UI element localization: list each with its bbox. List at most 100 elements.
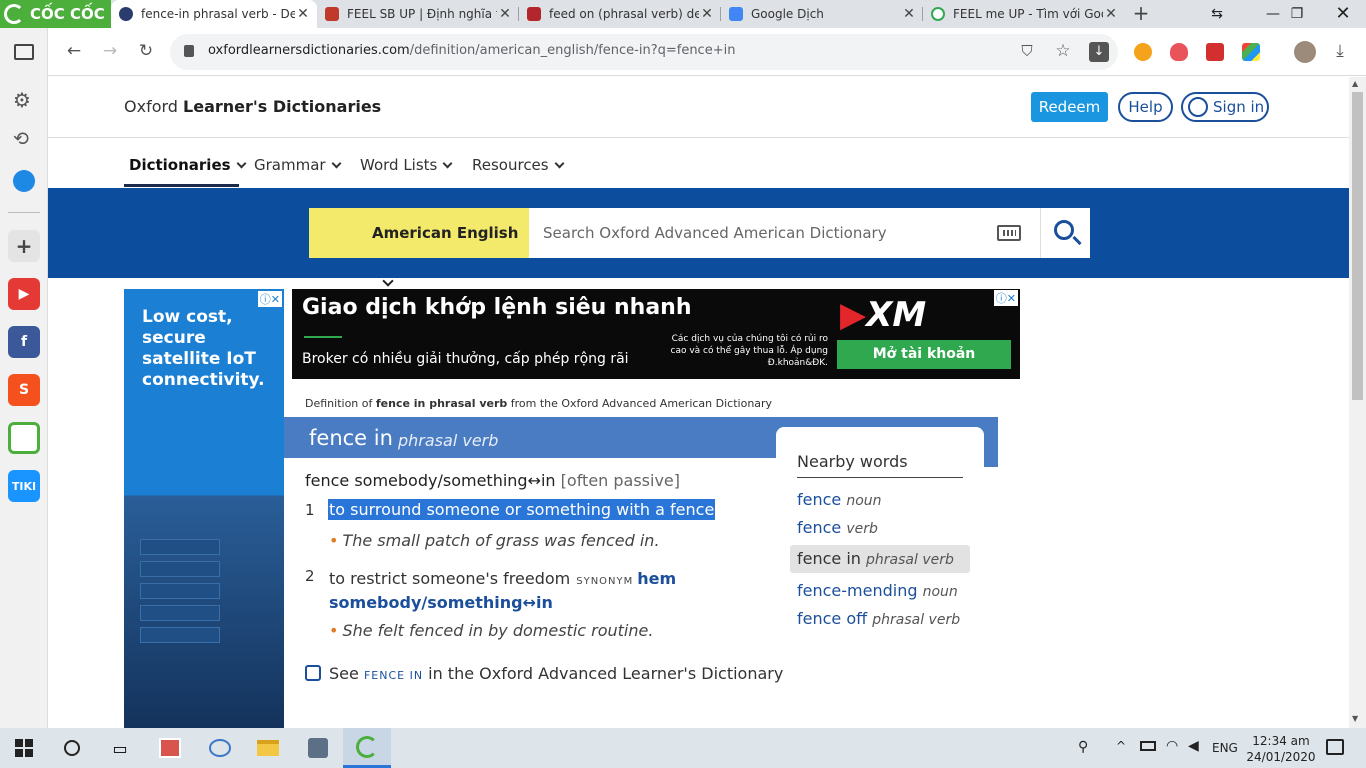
scroll-down-icon[interactable]: ▼ [1352,714,1358,723]
profile-avatar[interactable] [1294,41,1316,63]
language-indicator[interactable]: ENG [1212,741,1238,755]
search-input[interactable] [529,208,1040,258]
sidebar-toggle-icon[interactable] [14,44,34,60]
coccoc-logo-icon [4,4,24,24]
volume-icon[interactable]: ◀ [1188,738,1199,754]
close-icon[interactable]: ✕ [1103,6,1119,22]
nav-dictionaries[interactable]: Dictionaries [129,156,246,174]
download-page-icon[interactable]: ↓ [1089,42,1109,62]
tab-title: fence-in phrasal verb - Defi [141,7,295,21]
scrollbar-thumb[interactable] [1352,92,1363,400]
close-icon[interactable]: ✕ [901,6,917,22]
nearby-item-current[interactable]: fence in phrasal verb [790,545,970,573]
action-center-icon[interactable] [1326,739,1344,755]
windows-logo [15,739,33,757]
restore-button[interactable]: ❐ [1274,0,1320,28]
extension-coccoc-icon[interactable] [1134,43,1152,61]
search-button[interactable] [1040,208,1090,258]
wifi-icon[interactable]: ◠ [1166,738,1178,754]
app-glyph [356,735,378,758]
shield-icon[interactable]: ⛉ [1014,38,1040,64]
app-glyph [209,739,231,757]
nav-resources[interactable]: Resources [472,156,565,174]
phrase-pattern: fence somebody/something↔in [often passi… [305,471,680,490]
tab-feel-me-up[interactable]: FEEL me UP - Tìm với Goog ✕ [923,0,1125,28]
site-title[interactable]: Oxford Learner's Dictionaries [124,97,381,116]
nearby-item[interactable]: fence off phrasal verb [797,609,960,628]
extension-red-icon[interactable] [1206,43,1224,61]
nearby-word: fence in [797,549,861,568]
tab-fence-in[interactable]: fence-in phrasal verb - Defi ✕ [111,0,317,28]
tray-expand-icon[interactable]: ^ [1116,739,1126,753]
sign-in-button[interactable]: Sign in [1181,92,1269,122]
nearby-item[interactable]: fence verb [797,518,878,537]
extension-adblock-icon[interactable] [1170,43,1188,61]
left-ad-banner[interactable]: ⓘ✕ Low cost, secure satellite IoT connec… [124,289,284,728]
youtube-icon[interactable]: ▶ [8,278,40,310]
windows-start-icon[interactable] [0,728,48,768]
clock[interactable]: 12:34 am 24/01/2020 [1245,733,1317,765]
tab-google-dich[interactable]: Google Dịch ✕ [721,0,923,28]
back-icon[interactable]: ← [61,38,87,64]
tiki-icon[interactable]: TIKI [8,470,40,502]
see-also-link[interactable]: See FENCE IN in the Oxford Advanced Lear… [305,663,783,683]
nearby-title: Nearby words [797,452,908,471]
keyboard-icon[interactable] [997,225,1021,241]
battery-icon[interactable] [1140,741,1156,751]
extension-colorful-icon[interactable] [1242,43,1260,61]
synonym-link[interactable]: somebody/something↔in [329,593,553,612]
nav-grammar[interactable]: Grammar [254,156,342,174]
coccoc-game-icon[interactable] [8,422,40,454]
chevron-down-icon [442,158,453,169]
ad-choices-icon[interactable]: ⓘ✕ [993,290,1018,306]
redeem-button[interactable]: Redeem [1031,92,1108,122]
nav-word-lists[interactable]: Word Lists [360,156,453,174]
nearby-item[interactable]: fence noun [797,490,882,509]
settings-app-icon[interactable] [294,728,342,768]
synonym-link[interactable]: hem [637,569,676,588]
tab-feel-sb-up[interactable]: FEEL SB UP | Định nghĩa tro ✕ [317,0,519,28]
close-icon[interactable]: ✕ [295,6,311,22]
example-bullet: • [329,621,339,640]
tab-search-icon[interactable]: ⇆ [1194,0,1240,28]
people-icon[interactable]: ⚲ [1078,739,1088,755]
browser-logo[interactable]: CỐC CỐC [0,0,111,28]
file-explorer-icon[interactable] [244,728,292,768]
bookmark-star-icon[interactable]: ☆ [1050,38,1076,64]
web-page: Oxford Learner's Dictionaries Redeem Hel… [48,77,1349,728]
ad-cta-button[interactable]: Mở tài khoản [837,340,1011,369]
scroll-up-icon[interactable]: ▲ [1352,79,1358,88]
task-view-icon[interactable]: ▭ [96,728,144,768]
help-button[interactable]: Help [1118,92,1173,122]
add-shortcut-icon[interactable]: + [8,230,40,262]
facebook-icon[interactable]: f [8,326,40,358]
downloads-icon[interactable]: ⤓ [1327,38,1353,64]
sense-1-definition: to surround someone or something with a … [328,499,716,520]
messenger-icon[interactable] [13,170,35,192]
top-ad-banner[interactable]: ⓘ✕ Giao dịch khớp lệnh siêu nhanh Broker… [292,289,1020,379]
tab-feed-on[interactable]: feed on (phrasal verb) defin ✕ [519,0,721,28]
slides-app-icon[interactable] [146,728,194,768]
coccoc-taskbar-icon[interactable] [343,728,391,768]
paint-app-icon[interactable] [196,728,244,768]
close-icon[interactable]: ✕ [497,6,513,22]
see-term: FENCE IN [363,669,424,682]
new-tab-button[interactable]: + [1130,3,1152,25]
nearby-words-panel: Nearby words fence noun fence verb fence… [776,427,984,647]
reload-icon[interactable]: ↻ [133,38,159,64]
search-icon[interactable] [48,728,96,768]
window-close-button[interactable]: ✕ [1320,0,1366,28]
dictionary-select[interactable]: American English [309,208,529,287]
nearby-pos: phrasal verb [866,552,954,568]
nav-label: Grammar [254,156,326,174]
close-icon[interactable]: ✕ [699,6,715,22]
lock-icon[interactable] [184,45,194,57]
synonym-continuation: somebody/something↔in [329,591,553,615]
settings-icon[interactable]: ⚙ [13,88,31,112]
forward-icon[interactable]: → [97,38,123,64]
ad-choices-icon[interactable]: ⓘ✕ [257,291,282,307]
history-icon[interactable]: ⟲ [13,128,29,150]
shopee-icon[interactable]: S [8,374,40,406]
nearby-item[interactable]: fence-mending noun [797,581,958,600]
url-text[interactable]: oxfordlearnersdictionaries.com/definitio… [208,43,735,58]
